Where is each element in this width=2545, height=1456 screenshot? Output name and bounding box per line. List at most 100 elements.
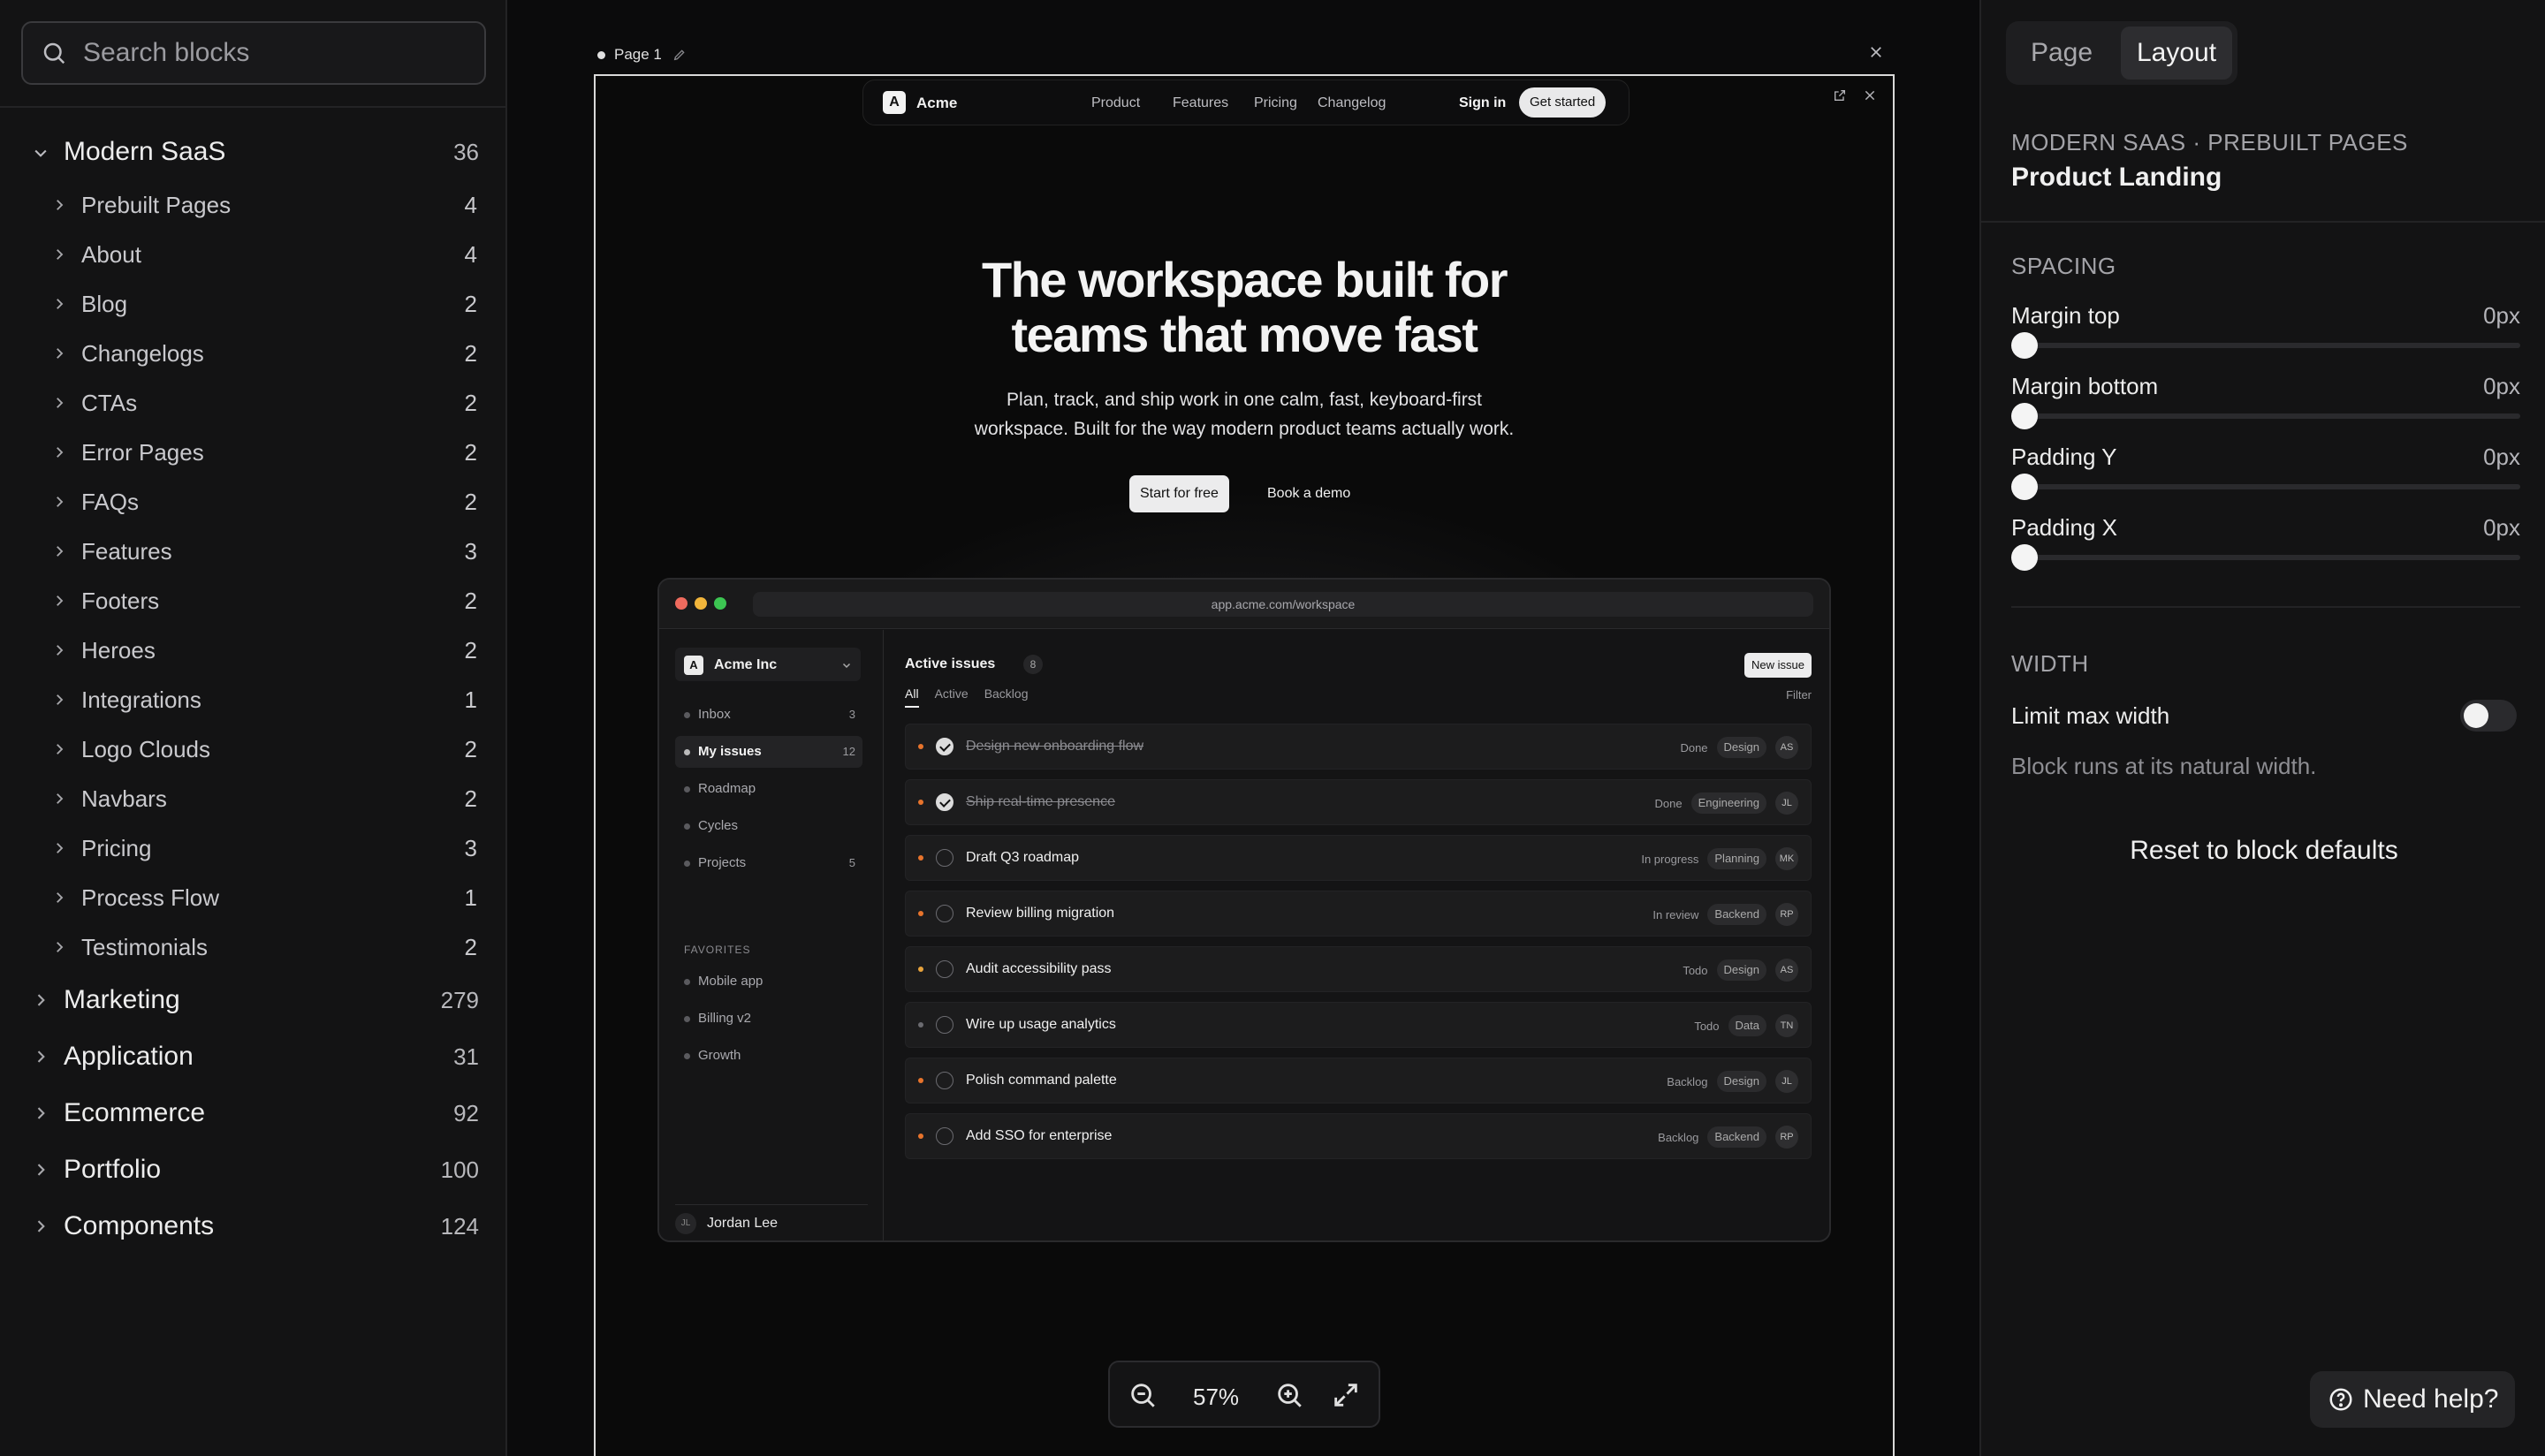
status-checkbox[interactable]: [936, 905, 953, 922]
favorite-item[interactable]: Billing v2: [675, 1003, 862, 1035]
sign-in-link[interactable]: Sign in: [1459, 95, 1506, 111]
new-issue-button[interactable]: New issue: [1744, 653, 1812, 678]
subcategory-item[interactable]: Logo Clouds 2: [0, 724, 507, 774]
reset-defaults-button[interactable]: Reset to block defaults: [1981, 836, 2545, 866]
nav-link-changelog[interactable]: Changelog: [1318, 95, 1386, 111]
app-nav-item[interactable]: Roadmap: [675, 773, 862, 805]
subcategory-item[interactable]: Navbars 2: [0, 774, 507, 823]
spacing-slider[interactable]: Margin top 0px: [2011, 302, 2520, 359]
external-link-icon[interactable]: [1833, 88, 1847, 102]
issue-tag: Design: [1716, 737, 1766, 758]
favorite-item[interactable]: Growth: [675, 1040, 862, 1072]
subcategory-item[interactable]: Features 3: [0, 527, 507, 576]
brand-name[interactable]: Acme: [916, 95, 957, 112]
category-item[interactable]: Ecommerce 92: [0, 1085, 507, 1141]
subcategory-item[interactable]: Prebuilt Pages 4: [0, 180, 507, 230]
status-checkbox[interactable]: [936, 960, 953, 978]
category-modern-saas[interactable]: Modern SaaS 36: [0, 124, 507, 180]
tab-all[interactable]: All: [905, 686, 919, 708]
issue-row[interactable]: Wire up usage analytics Todo Data TN: [905, 1002, 1812, 1048]
app-nav-item[interactable]: Inbox 3: [675, 699, 862, 731]
close-frame-icon[interactable]: [1863, 88, 1877, 102]
fullscreen-icon[interactable]: [1331, 1380, 1361, 1410]
favorite-item[interactable]: Mobile app: [675, 966, 862, 997]
nav-dot-icon: [684, 823, 690, 830]
issue-row[interactable]: Polish command palette Backlog Design JL: [905, 1058, 1812, 1103]
category-item[interactable]: Portfolio 100: [0, 1141, 507, 1198]
workspace-switcher[interactable]: A Acme Inc: [675, 648, 861, 681]
user-profile[interactable]: JL Jordan Lee: [675, 1213, 778, 1234]
filter-button[interactable]: Filter: [1786, 688, 1812, 701]
status-checkbox[interactable]: [936, 1127, 953, 1145]
nav-link-pricing[interactable]: Pricing: [1254, 95, 1297, 111]
slider-handle[interactable]: [2011, 332, 2038, 359]
subcategory-item[interactable]: CTAs 2: [0, 378, 507, 428]
spacing-slider[interactable]: Padding X 0px: [2011, 514, 2520, 571]
issue-row[interactable]: Draft Q3 roadmap In progress Planning MK: [905, 835, 1812, 881]
app-nav-item[interactable]: Cycles: [675, 810, 862, 842]
tab-active[interactable]: Active: [935, 686, 969, 708]
slider-track[interactable]: [2011, 413, 2520, 419]
tab-backlog[interactable]: Backlog: [984, 686, 1029, 708]
subcategory-item[interactable]: Footers 2: [0, 576, 507, 626]
subcategory-count: 2: [464, 488, 477, 515]
status-checkbox[interactable]: [936, 1016, 953, 1034]
subcategory-item[interactable]: Blog 2: [0, 279, 507, 329]
issue-row[interactable]: Audit accessibility pass Todo Design AS: [905, 946, 1812, 992]
spacing-slider[interactable]: Padding Y 0px: [2011, 444, 2520, 500]
limit-max-width-toggle[interactable]: [2460, 700, 2517, 732]
subcategory-item[interactable]: About 4: [0, 230, 507, 279]
subcategory-item[interactable]: Process Flow 1: [0, 873, 507, 922]
status-checkbox[interactable]: [936, 793, 953, 811]
subcategory-item[interactable]: Error Pages 2: [0, 428, 507, 477]
acme-logo[interactable]: A: [883, 91, 906, 114]
issue-row[interactable]: Add SSO for enterprise Backlog Backend RP: [905, 1113, 1812, 1159]
slider-handle[interactable]: [2011, 474, 2038, 500]
app-nav-item[interactable]: My issues 12: [675, 736, 862, 768]
app-nav-item[interactable]: Projects 5: [675, 847, 862, 879]
status-checkbox[interactable]: [936, 1072, 953, 1089]
close-icon[interactable]: [1868, 44, 1884, 60]
preview-canvas: Page 1 A Acme Product Features Pricing C…: [509, 0, 1979, 1456]
tab-layout[interactable]: Layout: [2121, 27, 2232, 80]
zoom-in-icon[interactable]: [1274, 1380, 1304, 1410]
nav-link-features[interactable]: Features: [1173, 95, 1228, 111]
nav-link-product[interactable]: Product: [1091, 95, 1140, 111]
status-checkbox[interactable]: [936, 849, 953, 867]
subcategory-item[interactable]: Testimonials 2: [0, 922, 507, 972]
zoom-out-icon[interactable]: [1128, 1380, 1158, 1410]
get-started-button[interactable]: Get started: [1519, 87, 1607, 118]
need-help-button[interactable]: Need help?: [2310, 1371, 2515, 1428]
category-item[interactable]: Application 31: [0, 1028, 507, 1085]
slider-handle[interactable]: [2011, 403, 2038, 429]
issue-row[interactable]: Design new onboarding flow Done Design AS: [905, 724, 1812, 770]
subcategory-item[interactable]: Changelogs 2: [0, 329, 507, 378]
assignee-avatar: RP: [1775, 903, 1798, 926]
issue-row[interactable]: Ship real-time presence Done Engineering JL: [905, 779, 1812, 825]
subcategory-item[interactable]: Pricing 3: [0, 823, 507, 873]
app-nav-count: 12: [842, 745, 855, 758]
subcategory-item[interactable]: Integrations 1: [0, 675, 507, 724]
start-for-free-button[interactable]: Start for free: [1129, 475, 1229, 512]
slider-track[interactable]: [2011, 555, 2520, 560]
page-tab[interactable]: Page 1: [597, 46, 687, 64]
divider: [1981, 221, 2545, 223]
book-demo-button[interactable]: Book a demo: [1267, 475, 1350, 512]
chevron-down-icon: [842, 663, 851, 669]
slider-handle[interactable]: [2011, 544, 2038, 571]
status-checkbox[interactable]: [936, 738, 953, 755]
search-box[interactable]: [21, 21, 486, 85]
slider-track[interactable]: [2011, 484, 2520, 489]
slider-track[interactable]: [2011, 343, 2520, 348]
issue-row[interactable]: Review billing migration In review Backend…: [905, 891, 1812, 937]
subcategory-item[interactable]: FAQs 2: [0, 477, 507, 527]
issues-title: Active issues: [905, 656, 996, 671]
subcategory-count: 2: [464, 290, 477, 317]
search-input[interactable]: [83, 38, 454, 68]
tab-page[interactable]: Page: [2006, 21, 2117, 85]
spacing-slider[interactable]: Margin bottom 0px: [2011, 373, 2520, 429]
subcategory-item[interactable]: Heroes 2: [0, 626, 507, 675]
category-item[interactable]: Marketing 279: [0, 972, 507, 1028]
category-item[interactable]: Components 124: [0, 1198, 507, 1255]
pencil-icon[interactable]: [672, 48, 687, 62]
